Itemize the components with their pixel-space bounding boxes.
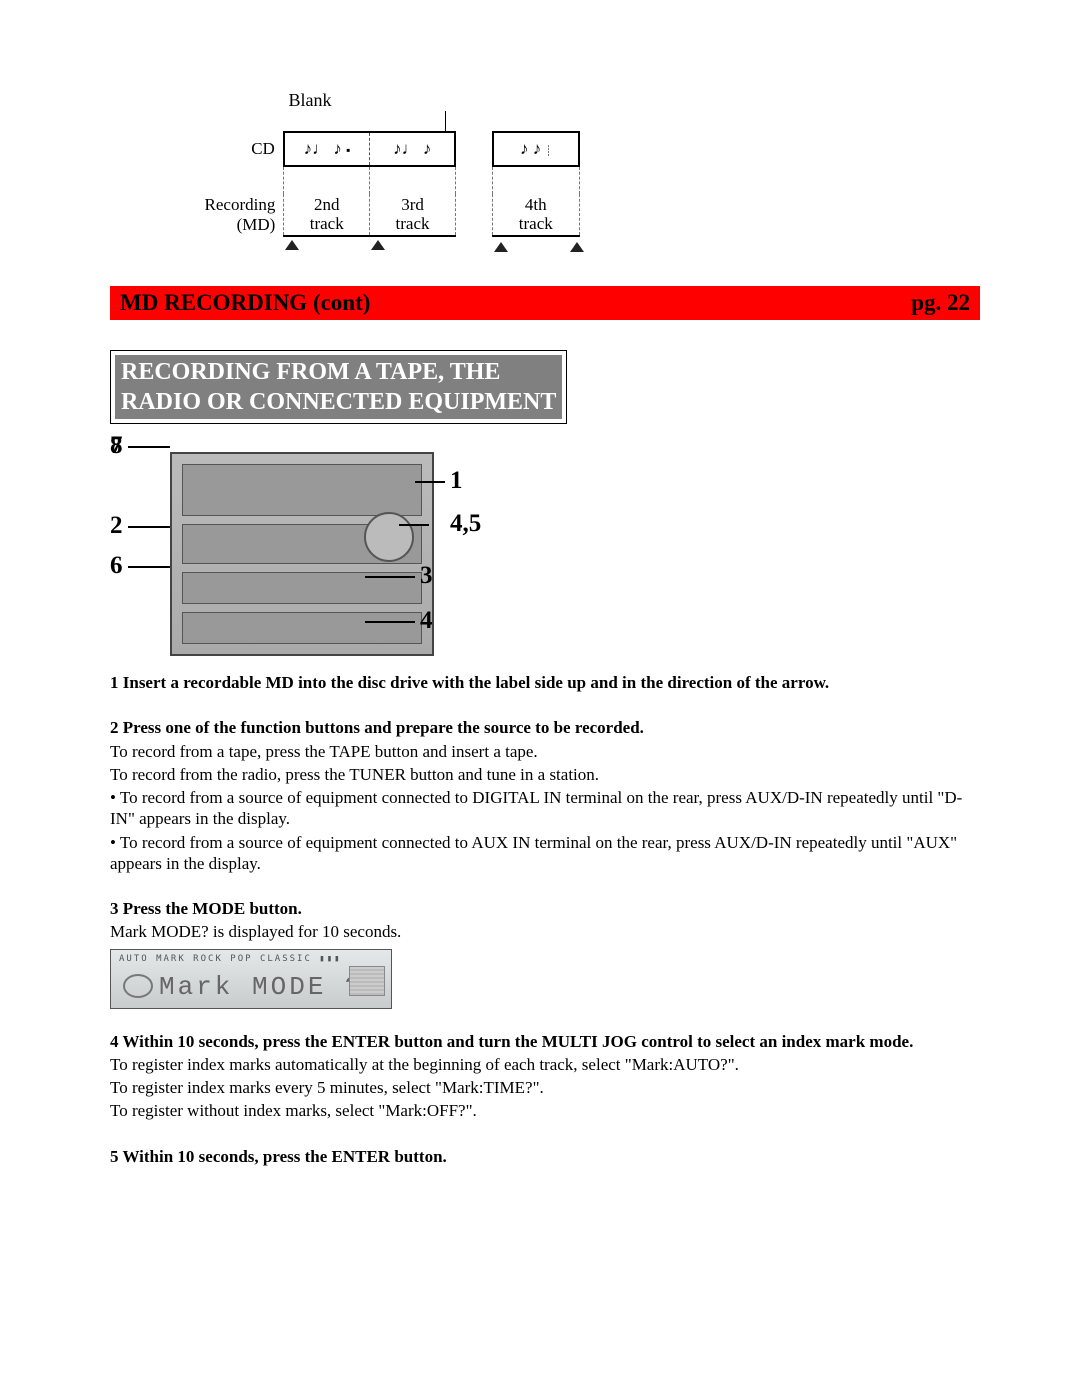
step-3: 3 Press the MODE button.: [110, 898, 980, 919]
marker-icon: [494, 242, 508, 252]
equipment-diagram: 8 7 2 6 1 4,5 3 4: [110, 432, 500, 652]
banner-title: MD RECORDING (cont): [120, 290, 370, 316]
track-3: 3rd track: [370, 194, 456, 236]
lcd-meter-icon: [349, 966, 385, 996]
track-2: 2nd track: [284, 194, 370, 236]
cd-segment-2: ♪♩ ♪: [393, 139, 431, 158]
callout-1: 1: [450, 467, 463, 495]
step-4b: To register index marks every 5 minutes,…: [110, 1077, 980, 1098]
callout-45: 4,5: [450, 510, 481, 538]
md-row-label: Recording (MD): [180, 194, 284, 236]
track-4: 4th track: [493, 194, 579, 236]
marker-icon: [371, 240, 385, 250]
callout-7: 7: [110, 432, 123, 460]
step-5: 5 Within 10 seconds, press the ENTER but…: [110, 1146, 980, 1167]
callout-3: 3: [420, 562, 433, 590]
lcd-display: AUTO MARK ROCK POP CLASSIC ▮▮▮ Mark MODE…: [110, 949, 392, 1009]
lcd-main-text: Mark MODE ?: [159, 972, 364, 1002]
section-title-text: RECORDING FROM A TAPE, THE RADIO OR CONN…: [115, 355, 562, 419]
step-2a: To record from a tape, press the TAPE bu…: [110, 741, 980, 762]
step-2d: • To record from a source of equipment c…: [110, 832, 980, 875]
callout-2: 2: [110, 512, 123, 540]
step-4a: To register index marks automatically at…: [110, 1054, 980, 1075]
disc-icon: [123, 974, 153, 998]
cd-segment-3: ♪ ♪: [520, 139, 541, 158]
step-2c: • To record from a source of equipment c…: [110, 787, 980, 830]
cd-segment-1: ♪♩ ♪: [304, 139, 342, 158]
step-2b: To record from the radio, press the TUNE…: [110, 764, 980, 785]
step-4c: To register without index marks, select …: [110, 1100, 980, 1121]
lcd-top-icons: AUTO MARK ROCK POP CLASSIC ▮▮▮: [119, 954, 342, 964]
step-1: 1 Insert a recordable MD into the disc d…: [110, 672, 980, 693]
section-title: RECORDING FROM A TAPE, THE RADIO OR CONN…: [110, 350, 567, 424]
step-2: 2 Press one of the function buttons and …: [110, 717, 980, 738]
cd-md-diagram: Blank CD ♪♩ ♪ ▪ ♪♩ ♪ ♪ ♪ ┊ Recording (MD…: [180, 90, 580, 256]
blank-label: Blank: [270, 90, 350, 111]
callout-6: 6: [110, 552, 123, 580]
cd-row-label: CD: [180, 132, 284, 166]
callout-4: 4: [420, 607, 433, 635]
step-4: 4 Within 10 seconds, press the ENTER but…: [110, 1031, 980, 1052]
marker-icon: [285, 240, 299, 250]
page-banner: MD RECORDING (cont) pg. 22: [110, 286, 980, 320]
banner-page: pg. 22: [911, 290, 970, 316]
marker-icon: [570, 242, 584, 252]
step-3a: Mark MODE? is displayed for 10 seconds.: [110, 921, 980, 942]
